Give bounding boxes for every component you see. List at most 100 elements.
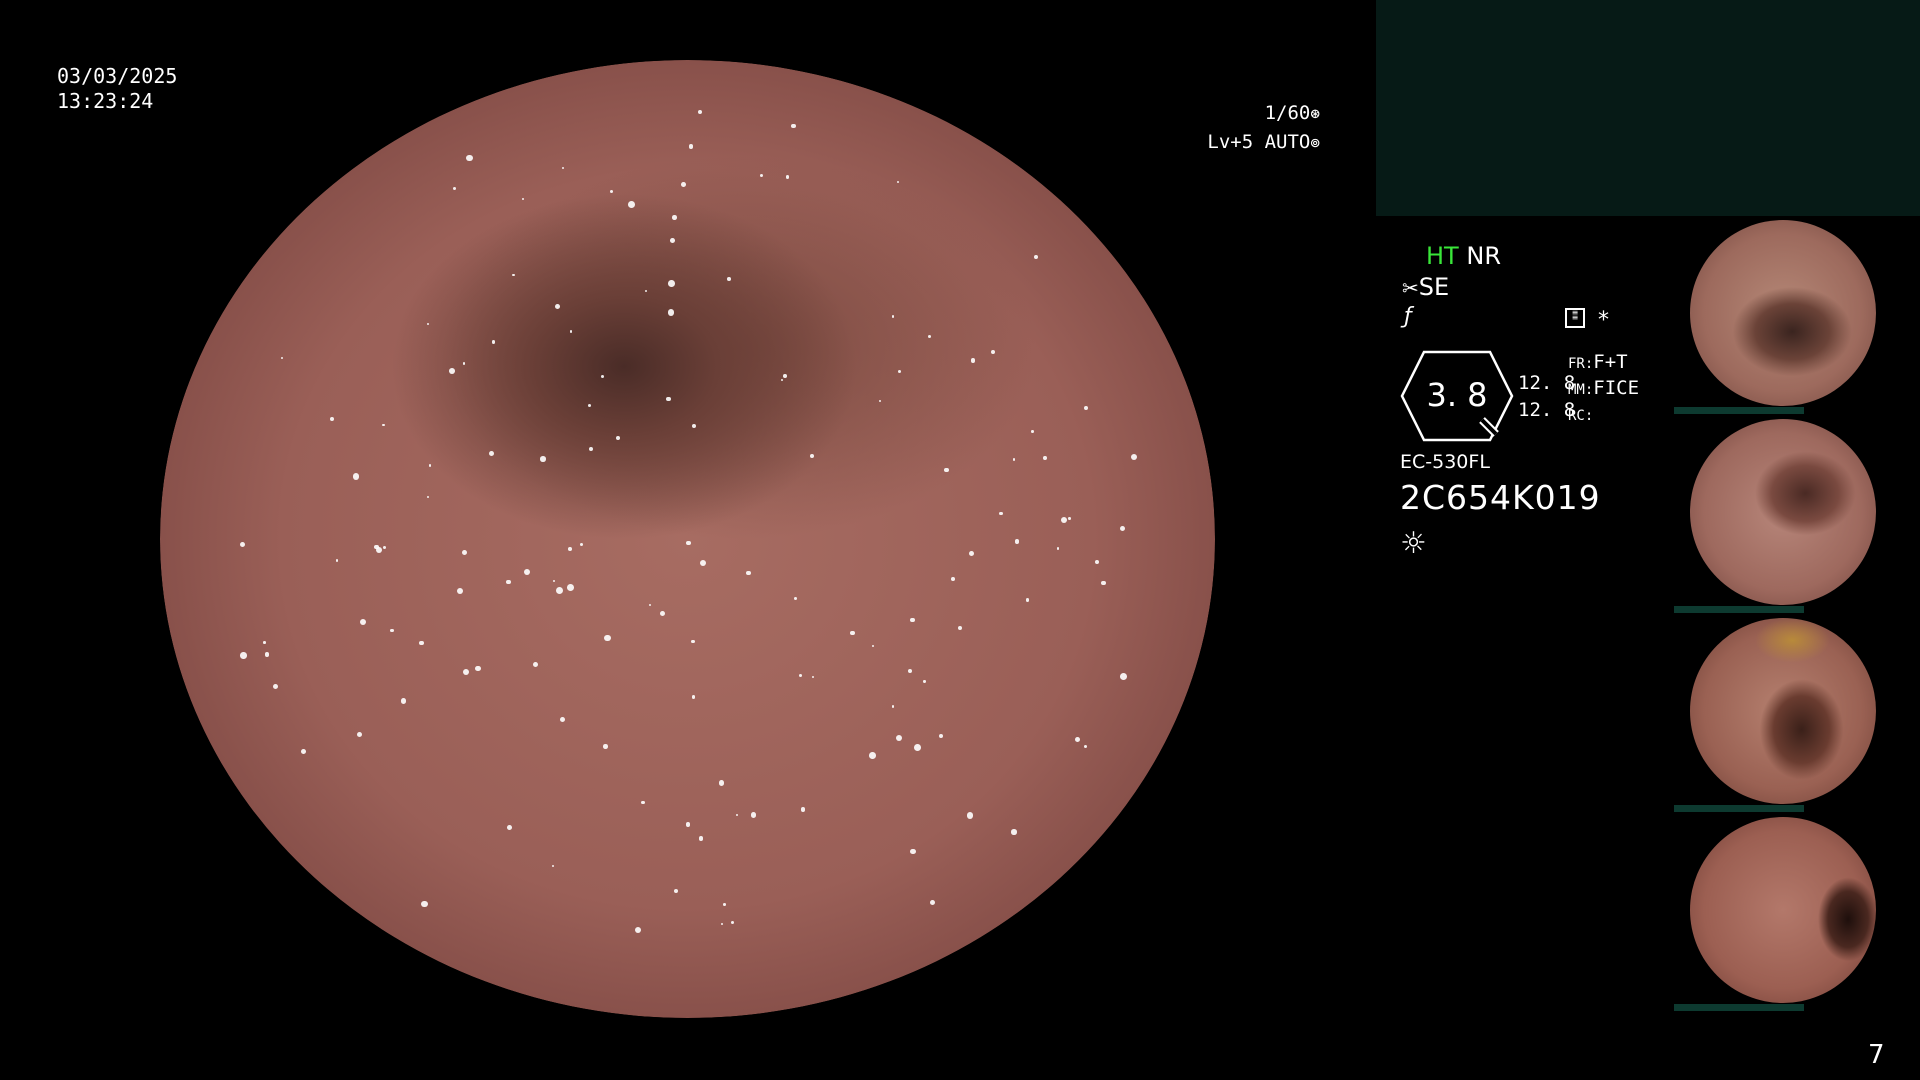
specular-glint — [667, 280, 675, 287]
rc-row: RC: — [1568, 402, 1639, 428]
specular-glint — [1101, 580, 1106, 585]
specular-glint — [540, 456, 546, 462]
thumbnail-1[interactable] — [1672, 218, 1892, 414]
specular-glint — [335, 559, 339, 562]
specular-glint — [891, 315, 895, 318]
specular-glint — [726, 276, 731, 281]
specular-glint — [782, 373, 787, 378]
main-endoscope-view — [160, 60, 1215, 1018]
specular-glint — [457, 587, 463, 594]
specular-glint — [672, 215, 677, 220]
shutter-text: 1/60 — [1264, 102, 1311, 124]
specular-glint — [897, 369, 901, 374]
specular-glint — [999, 512, 1003, 516]
time-text: 13:23:24 — [57, 89, 154, 113]
specular-glint — [603, 744, 608, 749]
aperture-icon: ⊛ — [1310, 104, 1320, 123]
specular-glint — [698, 836, 704, 841]
specular-glint — [1084, 405, 1089, 410]
specular-glint — [418, 640, 424, 646]
specular-glint — [968, 550, 974, 556]
specular-glint — [907, 668, 912, 674]
specular-glint — [869, 752, 876, 759]
specular-glint — [910, 848, 916, 855]
document-icon: ≡ ≡ — [1565, 308, 1585, 328]
thumbnail-bar — [1674, 1004, 1804, 1011]
specular-glint — [461, 549, 468, 555]
specular-glint — [263, 641, 266, 644]
specular-glint — [1011, 829, 1017, 835]
fr-value: F+T — [1593, 351, 1628, 373]
specular-glint — [588, 446, 593, 451]
thumbnail-image — [1690, 220, 1876, 406]
nr-label: NR — [1466, 242, 1501, 270]
rc-label: RC: — [1568, 408, 1594, 424]
specular-glint — [1025, 598, 1030, 602]
scale-values: 12. 8 12. 8 — [1518, 370, 1575, 424]
status-panel: HT NR ✂SE ƒ ≡ ≡ * 3. 8 12. 8 12. 8 FR:F+T… — [1400, 242, 1660, 572]
thumbnail-4[interactable] — [1672, 815, 1892, 1011]
thumbnail-3[interactable] — [1672, 616, 1892, 812]
specular-glint — [474, 665, 481, 672]
top-right-panel — [1376, 0, 1920, 216]
specular-glint — [1060, 516, 1067, 523]
shutter-row: 1/60⊛ — [1190, 99, 1320, 128]
specular-glint — [957, 625, 962, 630]
se-label: SE — [1418, 273, 1450, 301]
specular-glint — [466, 154, 473, 162]
specular-glint — [566, 583, 574, 591]
serial-number: 2C654K019 — [1400, 478, 1601, 517]
specular-glint — [532, 661, 538, 668]
thumbnail-2[interactable] — [1672, 417, 1892, 613]
thumbnail-bar — [1674, 407, 1804, 414]
se-row: ✂SE — [1402, 273, 1449, 301]
exposure-overlay: 1/60⊛ Lv+5 AUTO⊚ — [1190, 99, 1320, 157]
scissors-icon: ✂ — [1402, 276, 1419, 300]
specular-glint — [688, 144, 694, 149]
specular-glint — [462, 362, 466, 365]
specular-glint — [667, 309, 675, 316]
specular-glint — [970, 358, 975, 363]
specular-glint — [634, 926, 641, 934]
specular-glint — [329, 416, 334, 421]
specular-glint — [691, 694, 696, 699]
specular-glint — [680, 181, 686, 187]
thumbnail-image — [1690, 618, 1876, 804]
specular-glint — [685, 822, 691, 827]
fr-row: FR:F+T — [1568, 350, 1639, 376]
specular-glint — [628, 201, 636, 208]
specular-glint — [641, 800, 645, 805]
specular-glint — [240, 652, 247, 659]
mm-value: FICE — [1593, 377, 1640, 399]
auto-text: AUTO — [1264, 131, 1311, 153]
zoom-value: 3. 8 — [1426, 376, 1488, 414]
sun-icon: ☼ — [1400, 526, 1427, 561]
fr-label: FR: — [1568, 356, 1594, 372]
specular-glint — [1015, 539, 1020, 544]
specular-glint — [587, 404, 591, 408]
endoscope-image — [160, 60, 1215, 1018]
specular-glint — [1031, 430, 1034, 433]
thumbnail-image — [1690, 817, 1876, 1003]
specular-glint — [609, 189, 613, 194]
specular-glint — [811, 676, 814, 679]
specular-glint — [491, 340, 496, 344]
specular-glint — [891, 705, 894, 708]
slash-f-icon: ƒ — [1404, 304, 1412, 329]
specular-glint — [352, 473, 360, 480]
iris-icon: ⊚ — [1310, 133, 1320, 152]
specular-glint — [780, 378, 783, 381]
ht-nr-row: HT NR — [1426, 242, 1501, 270]
specular-glint — [793, 597, 797, 600]
value-1: 12. 8 — [1518, 372, 1576, 394]
specular-glint — [785, 175, 790, 179]
mm-row: MM:FICE — [1568, 376, 1639, 402]
ht-label: HT — [1426, 242, 1459, 270]
date-text: 03/03/2025 — [57, 64, 178, 88]
specular-glint — [1120, 672, 1127, 680]
mode-list: FR:F+T MM:FICE RC: — [1568, 350, 1639, 428]
specular-glint — [280, 356, 283, 360]
specular-glint — [382, 545, 386, 549]
specular-glint — [1067, 517, 1071, 521]
level-row: Lv+5 AUTO⊚ — [1190, 128, 1320, 157]
